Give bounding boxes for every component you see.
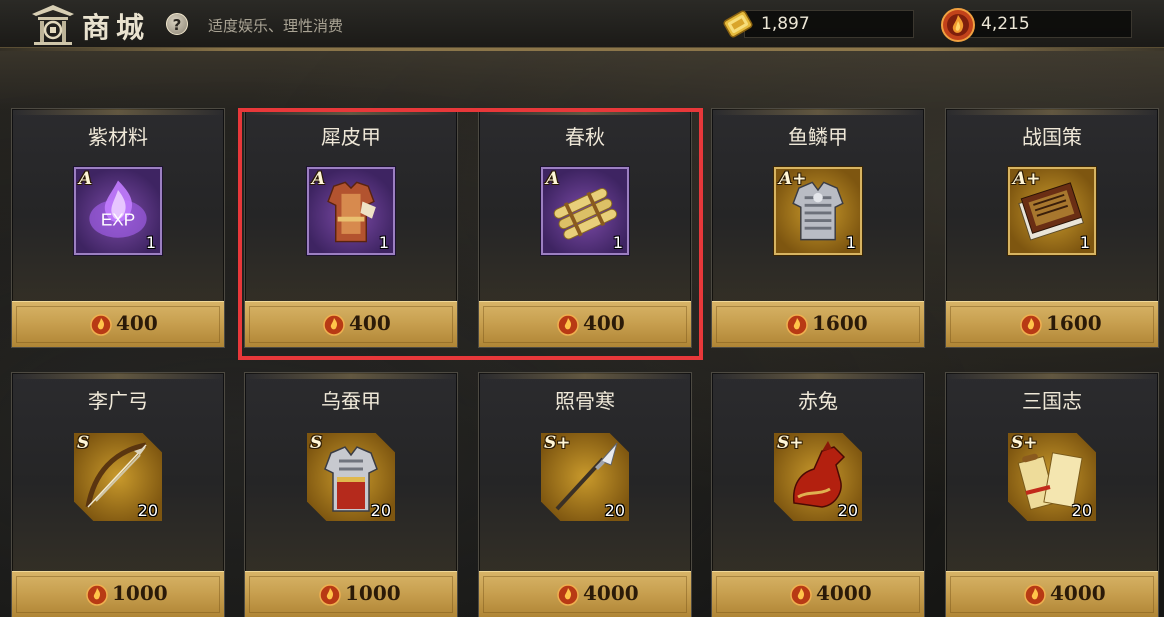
item-frame: A+ 1	[774, 167, 862, 255]
item-quantity: 1	[145, 233, 156, 252]
shop-item-card[interactable]: 赤兔 S+ 20 4000	[711, 372, 925, 617]
item-quantity: 1	[1079, 233, 1090, 252]
price-value: 1600	[1046, 311, 1102, 335]
buy-price-button[interactable]: 4000	[712, 571, 924, 617]
price-value: 400	[116, 311, 158, 335]
buy-price-button[interactable]: 1000	[12, 571, 224, 617]
item-frame: A+ 1	[1008, 167, 1096, 255]
item-name: 照骨寒	[555, 389, 615, 413]
exp-label: EXP	[101, 209, 135, 229]
selection-highlight	[238, 108, 703, 360]
price-value: 4000	[583, 581, 639, 605]
grade-badge: S+	[1011, 433, 1038, 453]
item-quantity: 20	[1071, 501, 1092, 520]
item-name: 三国志	[1022, 389, 1082, 413]
grade-badge: S	[77, 433, 90, 453]
item-quantity: 20	[370, 501, 391, 520]
fire-coin-icon	[1020, 314, 1042, 336]
gold-amount: 1,897	[761, 14, 810, 34]
price-value: 1000	[345, 581, 401, 605]
shop-item-card[interactable]: 鱼鳞甲 A+ 1 1600	[711, 108, 925, 348]
item-frame: S+ 20	[541, 433, 629, 521]
shop-item-card[interactable]: 三国志 S+ 20 4000	[945, 372, 1159, 617]
item-name: 紫材料	[88, 125, 148, 149]
fire-coin-icon	[557, 584, 579, 606]
help-button[interactable]: ?	[166, 13, 188, 35]
buy-price-button[interactable]: 400	[12, 301, 224, 347]
grade-badge: A+	[1013, 169, 1041, 189]
buy-price-button[interactable]: 4000	[479, 571, 691, 617]
shop-item-card[interactable]: 战国策 A+ 1 1600	[945, 108, 1159, 348]
price-value: 4000	[816, 581, 872, 605]
fire-coin-icon	[790, 584, 812, 606]
fire-coin-icon	[786, 314, 808, 336]
top-bar: 商城 ? 适度娱乐、理性消费 1,897 4,215	[0, 0, 1164, 48]
item-frame: S+ 20	[1008, 433, 1096, 521]
item-frame: S 20	[74, 433, 162, 521]
fire-coin-icon	[1024, 584, 1046, 606]
gold-ingot-icon	[723, 10, 753, 38]
header-glow	[0, 51, 1164, 111]
item-frame: S+ 20	[774, 433, 862, 521]
item-quantity: 20	[604, 501, 625, 520]
grade-badge: S	[310, 433, 323, 453]
item-name: 鱼鳞甲	[788, 125, 848, 149]
coin-balance: 4,215	[960, 10, 1132, 38]
shop-item-card[interactable]: 紫材料 EXP A 1 400	[11, 108, 225, 348]
price-value: 1000	[112, 581, 168, 605]
item-name: 赤兔	[798, 389, 838, 413]
grade-badge: A	[79, 169, 93, 189]
item-quantity: 1	[845, 233, 856, 252]
grade-badge: A+	[779, 169, 807, 189]
item-name: 李广弓	[88, 389, 148, 413]
fire-coin-icon	[86, 584, 108, 606]
item-frame: S 20	[307, 433, 395, 521]
item-name: 战国策	[1022, 125, 1082, 149]
coin-amount: 4,215	[981, 14, 1030, 34]
fire-coin-icon	[90, 314, 112, 336]
shop-item-card[interactable]: 乌蚕甲 S 20 1000	[244, 372, 458, 617]
grade-badge: S+	[544, 433, 571, 453]
gold-balance: 1,897	[744, 10, 914, 38]
price-value: 1600	[812, 311, 868, 335]
buy-price-button[interactable]: 1000	[245, 571, 457, 617]
item-frame: EXP A 1	[74, 167, 162, 255]
shop-pavilion-icon	[32, 5, 74, 45]
page-title: 商城	[82, 11, 151, 44]
item-quantity: 20	[137, 501, 158, 520]
price-value: 4000	[1050, 581, 1106, 605]
shop-item-card[interactable]: 李广弓 S 20 1000	[11, 372, 225, 617]
shop-item-card[interactable]: 照骨寒 S+ 20 4000	[478, 372, 692, 617]
item-name: 乌蚕甲	[321, 389, 381, 413]
fire-coin-icon	[319, 584, 341, 606]
grade-badge: S+	[777, 433, 804, 453]
slogan-text: 适度娱乐、理性消费	[208, 17, 344, 35]
buy-price-button[interactable]: 1600	[946, 301, 1158, 347]
buy-price-button[interactable]: 1600	[712, 301, 924, 347]
item-quantity: 20	[837, 501, 858, 520]
fire-coin-icon	[941, 8, 975, 42]
buy-price-button[interactable]: 4000	[946, 571, 1158, 617]
